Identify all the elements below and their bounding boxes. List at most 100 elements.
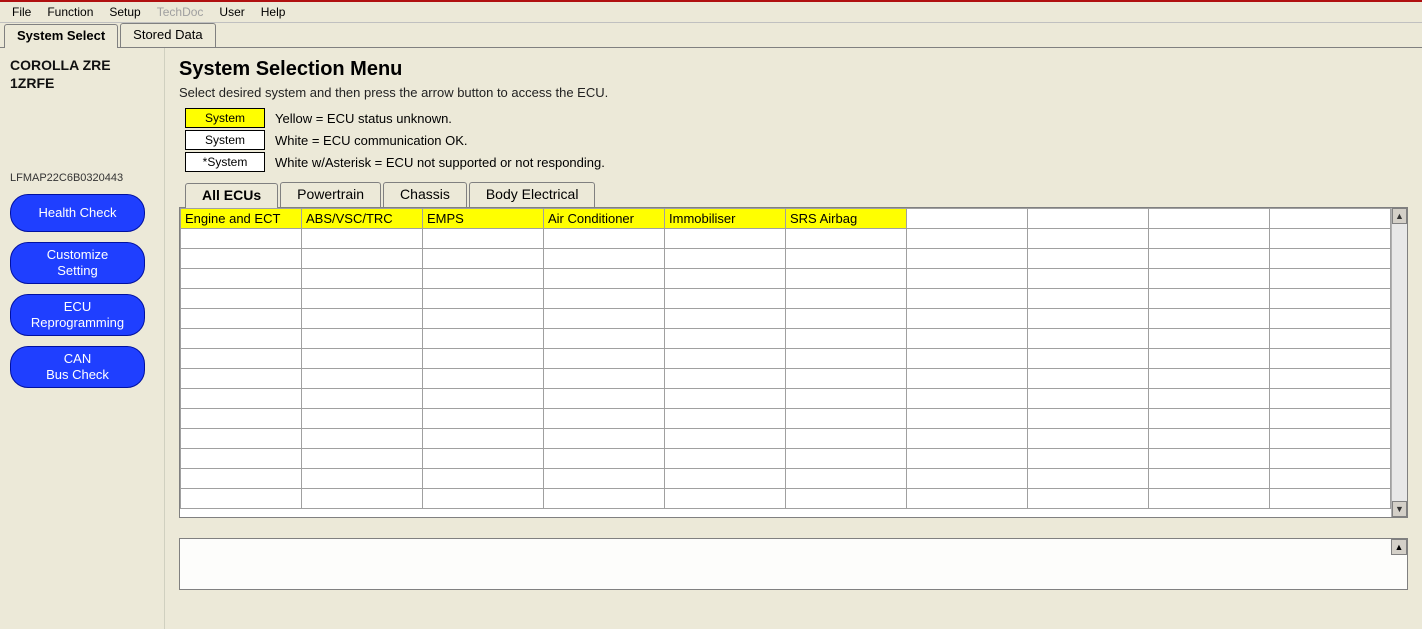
ecu-cell xyxy=(1028,289,1149,309)
sidebar: COROLLA ZRE 1ZRFE LFMAP22C6B0320443 Heal… xyxy=(0,48,165,629)
ecu-cell-emps[interactable]: EMPS xyxy=(423,209,544,229)
ecu-cell xyxy=(786,449,907,469)
ecu-cell xyxy=(1149,469,1270,489)
ecu-cell xyxy=(544,409,665,429)
main-panel: System Selection Menu Select desired sys… xyxy=(165,48,1422,629)
customize-setting-button[interactable]: Customize Setting xyxy=(10,242,145,284)
ecu-cell xyxy=(786,409,907,429)
can-bus-check-button[interactable]: CAN Bus Check xyxy=(10,346,145,388)
health-check-button[interactable]: Health Check xyxy=(10,194,145,232)
ecu-reprogramming-button[interactable]: ECU Reprogramming xyxy=(10,294,145,336)
ecu-cell xyxy=(1149,349,1270,369)
ecu-cell xyxy=(544,469,665,489)
ecu-cell xyxy=(423,349,544,369)
ecu-cell xyxy=(423,229,544,249)
menu-setup[interactable]: Setup xyxy=(101,5,148,19)
ecu-cell xyxy=(1149,369,1270,389)
ecu-cell xyxy=(302,269,423,289)
ecu-cell xyxy=(665,489,786,509)
ecu-cell xyxy=(544,249,665,269)
ecu-cell xyxy=(907,489,1028,509)
ecu-cell-air-conditioner[interactable]: Air Conditioner xyxy=(544,209,665,229)
ecu-cell xyxy=(1028,249,1149,269)
ecu-cell xyxy=(786,289,907,309)
ecu-cell xyxy=(302,489,423,509)
ecu-cell xyxy=(786,249,907,269)
vehicle-line1: COROLLA ZRE xyxy=(10,57,111,73)
ecu-cell xyxy=(665,349,786,369)
ecu-tab-all-ecus[interactable]: All ECUs xyxy=(185,183,278,208)
ecu-cell xyxy=(1149,329,1270,349)
ecu-cell xyxy=(1149,449,1270,469)
ecu-cell xyxy=(1028,409,1149,429)
ecu-cell xyxy=(1270,229,1391,249)
ecu-cell xyxy=(544,349,665,369)
ecu-cell xyxy=(665,329,786,349)
ecu-cell xyxy=(907,249,1028,269)
top-tab-stored-data[interactable]: Stored Data xyxy=(120,23,215,47)
ecu-cell xyxy=(423,309,544,329)
ecu-cell xyxy=(665,369,786,389)
scroll-down-icon[interactable]: ▼ xyxy=(1392,501,1407,517)
ecu-cell xyxy=(1270,329,1391,349)
ecu-cell xyxy=(665,469,786,489)
menu-function[interactable]: Function xyxy=(39,5,101,19)
ecu-cell xyxy=(1149,489,1270,509)
ecu-cell xyxy=(665,409,786,429)
ecu-cell xyxy=(1149,249,1270,269)
ecu-cell-immobiliser[interactable]: Immobiliser xyxy=(665,209,786,229)
ecu-cell xyxy=(907,469,1028,489)
ecu-tab-body-electrical[interactable]: Body Electrical xyxy=(469,182,596,207)
ecu-cell xyxy=(907,449,1028,469)
ecu-cell xyxy=(786,269,907,289)
ecu-cell xyxy=(302,289,423,309)
vin-label: LFMAP22C6B0320443 xyxy=(10,172,154,184)
legend-text-1: White = ECU communication OK. xyxy=(275,133,468,148)
ecu-cell xyxy=(544,309,665,329)
ecu-cell xyxy=(423,429,544,449)
ecu-tab-chassis[interactable]: Chassis xyxy=(383,182,467,207)
ecu-cell xyxy=(1270,269,1391,289)
ecu-cell xyxy=(665,269,786,289)
bottom-info-panel: ▲ xyxy=(179,538,1408,590)
ecu-cell xyxy=(302,409,423,429)
ecu-cell xyxy=(907,289,1028,309)
legend-text-2: White w/Asterisk = ECU not supported or … xyxy=(275,155,605,170)
menu-help[interactable]: Help xyxy=(253,5,294,19)
ecu-cell xyxy=(544,389,665,409)
ecu-cell xyxy=(786,309,907,329)
ecu-cell xyxy=(423,469,544,489)
ecu-cell xyxy=(907,209,1028,229)
top-tab-system-select[interactable]: System Select xyxy=(4,24,118,48)
ecu-cell xyxy=(907,409,1028,429)
ecu-cell xyxy=(665,249,786,269)
ecu-cell xyxy=(1270,309,1391,329)
ecu-cell xyxy=(181,249,302,269)
ecu-tab-powertrain[interactable]: Powertrain xyxy=(280,182,381,207)
ecu-cell-srs-airbag[interactable]: SRS Airbag xyxy=(786,209,907,229)
ecu-cell xyxy=(1028,429,1149,449)
ecu-cell xyxy=(786,429,907,449)
ecu-cell xyxy=(181,449,302,469)
ecu-cell xyxy=(1270,249,1391,269)
ecu-cell xyxy=(544,489,665,509)
ecu-cell xyxy=(423,329,544,349)
ecu-cell xyxy=(302,349,423,369)
ecu-cell xyxy=(907,309,1028,329)
vertical-scrollbar[interactable]: ▲ ▼ xyxy=(1391,208,1407,517)
ecu-cell xyxy=(423,269,544,289)
ecu-cell xyxy=(1270,429,1391,449)
vehicle-line2: 1ZRFE xyxy=(10,75,54,91)
menu-techdoc: TechDoc xyxy=(149,5,212,19)
ecu-cell-abs-vsc-trc[interactable]: ABS/VSC/TRC xyxy=(302,209,423,229)
ecu-cell-engine-and-ect[interactable]: Engine and ECT xyxy=(181,209,302,229)
legend-swatch-0: System xyxy=(185,108,265,128)
menu-user[interactable]: User xyxy=(211,5,252,19)
ecu-cell xyxy=(786,469,907,489)
menu-file[interactable]: File xyxy=(4,5,39,19)
ecu-cell xyxy=(1149,209,1270,229)
ecu-grid: Engine and ECTABS/VSC/TRCEMPSAir Conditi… xyxy=(180,208,1391,517)
panel-scroll-up-icon[interactable]: ▲ xyxy=(1391,539,1407,555)
scroll-up-icon[interactable]: ▲ xyxy=(1392,208,1407,224)
ecu-cell xyxy=(423,249,544,269)
